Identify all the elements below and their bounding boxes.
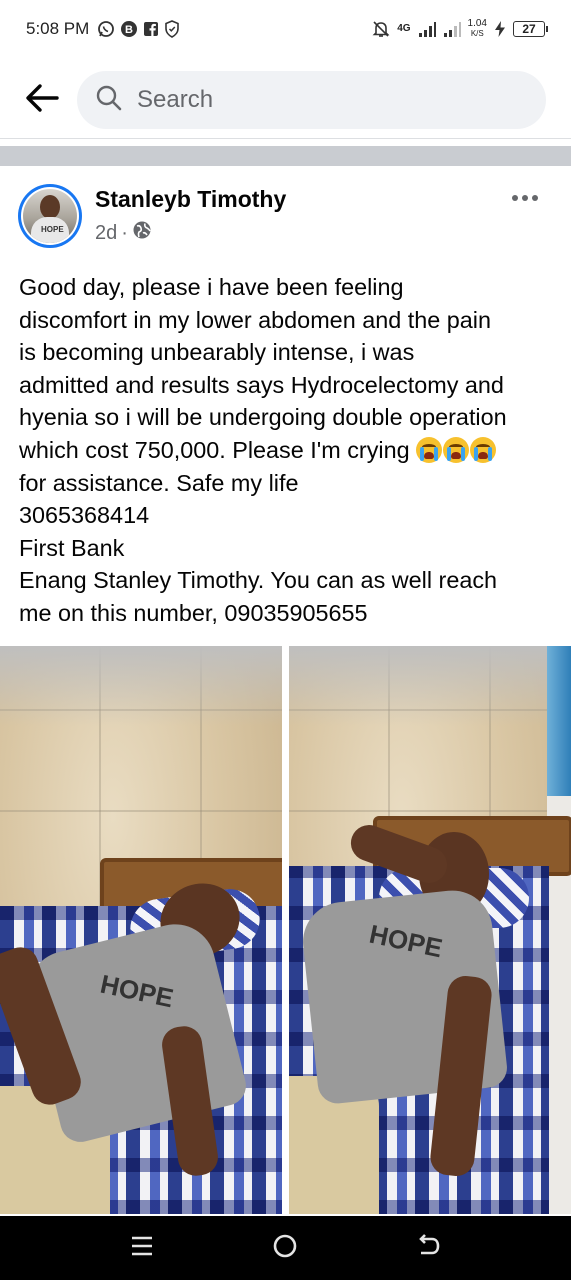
post-text-line: First Bank <box>19 534 125 561</box>
mute-bell-icon <box>372 20 390 38</box>
facebook-icon <box>143 21 159 37</box>
notification-icons: B <box>97 20 180 38</box>
avatar-shirt-text: HOPE <box>41 225 64 234</box>
post-photo-1[interactable]: HOPE <box>0 646 282 1214</box>
back-arrow-icon <box>25 83 59 118</box>
author-name[interactable]: Stanleyb Timothy <box>95 186 286 213</box>
more-dot <box>512 195 518 201</box>
post-time[interactable]: 2d <box>95 222 117 245</box>
post-text-line: Good day, please i have been feeling <box>19 274 404 300</box>
crying-emoji-icon <box>470 436 497 463</box>
charging-icon <box>494 20 506 38</box>
post-text-line: for assistance. Safe my life <box>19 469 299 496</box>
search-input[interactable] <box>135 85 495 115</box>
network-speed-value: 1.04 <box>467 18 487 29</box>
post-meta: 2d · <box>95 220 152 246</box>
header-divider <box>0 138 571 139</box>
b-icon: B <box>120 20 138 38</box>
feed-separator <box>0 146 571 166</box>
post-text-line: Enang Stanley Timothy. You can as well r… <box>19 567 498 594</box>
more-dot <box>522 195 528 201</box>
shield-icon <box>164 20 180 38</box>
avatar-head <box>40 195 60 219</box>
status-time: 5:08 PM <box>26 19 90 38</box>
crying-emoji-icon <box>416 436 443 463</box>
more-options-button[interactable] <box>505 186 545 210</box>
network-type: 4G <box>397 23 411 34</box>
more-dot <box>532 195 538 201</box>
back-button[interactable] <box>12 70 72 130</box>
system-nav-bar <box>0 1216 571 1280</box>
svg-text:B: B <box>125 24 133 36</box>
search-bar[interactable] <box>77 71 546 129</box>
post-text-line: hyenia so i will be undergoing double op… <box>19 404 507 431</box>
network-speed-unit: K/S <box>470 29 484 38</box>
photo-ceiling <box>289 646 571 726</box>
system-back-button[interactable] <box>404 1223 454 1273</box>
avatar-ring: HOPE <box>21 187 79 245</box>
search-icon <box>95 84 123 117</box>
battery-icon: 27 <box>513 21 548 37</box>
recent-apps-icon <box>130 1235 154 1262</box>
photo-curtain <box>547 646 571 796</box>
globe-icon[interactable] <box>132 220 152 246</box>
avatar[interactable]: HOPE <box>18 184 82 248</box>
back-icon <box>416 1233 442 1263</box>
post-text-line[interactable]: me on this number, 09035905655 <box>19 597 559 630</box>
meta-separator: · <box>121 221 128 244</box>
post-photo-2[interactable]: HOPE <box>289 646 571 1214</box>
post-text-line: admitted and results says Hydrocelectomy… <box>19 371 504 398</box>
post-text-line: is becoming unbearably intense, i was <box>19 339 415 366</box>
avatar-photo: HOPE <box>23 189 77 243</box>
account-number[interactable]: 3065368414 <box>19 499 559 532</box>
recent-apps-button[interactable] <box>117 1223 167 1273</box>
status-left: 5:08 PM B <box>26 19 180 39</box>
search-header <box>0 68 571 132</box>
status-right: 4G 1.04 K/S 27 <box>372 19 548 39</box>
post-header: HOPE Stanleyb Timothy 2d · <box>0 176 571 256</box>
signal-icon <box>443 21 461 37</box>
post-text: Good day, please i have been feeling dis… <box>19 271 559 630</box>
post-text-line: discomfort in my lower abdomen and the p… <box>19 306 491 333</box>
network-speed: 1.04 K/S <box>468 19 487 39</box>
home-button[interactable] <box>260 1223 310 1273</box>
status-bar: 5:08 PM B 4G 1.04 K/S 27 <box>0 0 571 58</box>
post-text-line-with-emoji: which cost 750,000. Please I'm crying <box>19 434 559 467</box>
signal-icon <box>418 21 436 37</box>
battery-level: 27 <box>522 22 536 36</box>
whatsapp-icon <box>97 20 115 38</box>
crying-emoji-icon <box>443 436 470 463</box>
post-text-line: which cost 750,000. Please I'm crying <box>19 436 417 463</box>
photo-ceiling <box>0 646 282 726</box>
home-icon <box>272 1233 298 1264</box>
